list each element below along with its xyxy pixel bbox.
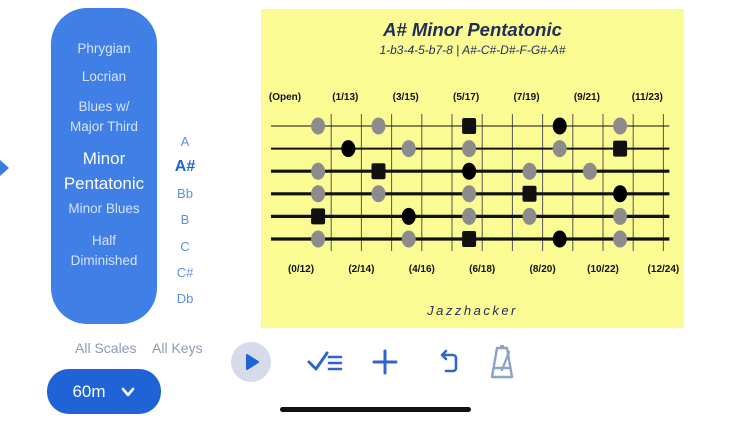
fret-label-top: (5/17) xyxy=(453,92,479,103)
scale-note xyxy=(341,140,356,158)
scale-note xyxy=(462,185,477,203)
scale-note xyxy=(462,162,477,180)
brand-label: Jazzhacker xyxy=(427,303,518,318)
scale-note xyxy=(613,117,628,135)
add-button[interactable] xyxy=(365,342,405,382)
scale-option-line: Pentatonic xyxy=(63,174,145,193)
scale-option-line: Major Third xyxy=(69,119,139,134)
fret-label-bottom: (12/24) xyxy=(648,264,680,275)
app-screen: Phrygian Locrian Blues w/Major Third Minor P… xyxy=(0,0,750,422)
metronome-button[interactable] xyxy=(482,342,522,382)
key-option[interactable]: Bb xyxy=(165,186,205,201)
scale-option[interactable]: Minor Blues xyxy=(51,199,157,219)
fret-label-top: (3/15) xyxy=(393,92,419,103)
root-note xyxy=(522,185,537,202)
root-note xyxy=(311,208,326,225)
fret-label-bottom: (6/18) xyxy=(469,264,495,275)
play-button[interactable] xyxy=(231,342,271,382)
all-scales-button[interactable]: All Scales xyxy=(75,340,136,356)
scale-note xyxy=(401,207,416,225)
side-arrow-icon[interactable] xyxy=(0,160,9,176)
scale-note xyxy=(613,207,628,225)
scale-note xyxy=(311,162,326,180)
fret-label-bottom: (2/14) xyxy=(348,264,374,275)
scale-note xyxy=(522,162,537,180)
root-note xyxy=(371,163,386,180)
key-option[interactable]: C# xyxy=(165,265,205,280)
checklist-button[interactable] xyxy=(305,342,345,382)
scale-option-line: Blues w/ xyxy=(78,99,130,114)
fret-label-top: (9/21) xyxy=(574,92,600,103)
key-option[interactable]: C xyxy=(165,239,205,254)
scale-note xyxy=(552,117,567,135)
metronome-icon xyxy=(490,345,514,379)
scale-note xyxy=(613,185,628,203)
key-option[interactable]: Db xyxy=(165,291,205,303)
scale-option-line: Diminished xyxy=(70,253,138,268)
scale-note xyxy=(613,230,628,248)
scale-picker[interactable]: Phrygian Locrian Blues w/Major Third Minor P… xyxy=(51,8,157,324)
play-icon xyxy=(246,354,259,370)
rotate-icon xyxy=(440,349,458,373)
root-note xyxy=(462,231,477,247)
fret-label-top: (7/19) xyxy=(513,92,539,103)
scale-option-line: Minor xyxy=(82,149,126,168)
key-picker[interactable]: A A# Bb B C C# Db xyxy=(165,128,205,303)
root-note xyxy=(613,140,628,157)
scale-note xyxy=(311,230,326,248)
fret-label-top: (1/13) xyxy=(332,92,358,103)
plus-icon xyxy=(372,349,398,375)
root-note xyxy=(462,118,477,134)
home-indicator xyxy=(280,407,471,412)
scale-option[interactable]: Phrygian xyxy=(51,39,157,59)
scale-note xyxy=(582,162,597,180)
key-option[interactable]: B xyxy=(165,212,205,227)
scale-option[interactable]: Locrian xyxy=(51,67,157,87)
scale-note xyxy=(462,140,477,158)
rotate-button[interactable] xyxy=(428,342,468,382)
fret-label-top: (Open) xyxy=(269,92,301,103)
scale-note xyxy=(371,117,386,135)
all-keys-button[interactable]: All Keys xyxy=(152,340,203,356)
fret-label-bottom: (10/22) xyxy=(587,264,619,275)
key-option[interactable]: A xyxy=(165,134,205,149)
fretboard: (Open) (1/13) (3/15) (5/17) (7/19) (9/21) (11/… xyxy=(269,92,680,275)
fret-label-bottom: (4/16) xyxy=(409,264,435,275)
scale-note xyxy=(552,230,567,248)
scale-chart: A# Minor Pentatonic 1-b3-4-5-b7-8 | A#-C… xyxy=(261,9,684,328)
scale-note xyxy=(522,207,537,225)
scale-note xyxy=(462,207,477,225)
fret-label-top: (11/23) xyxy=(632,92,663,103)
scale-note xyxy=(552,140,567,158)
tempo-selector[interactable]: 60m xyxy=(47,369,161,414)
scale-note xyxy=(401,140,416,158)
tempo-label: 60m xyxy=(72,381,106,401)
scale-note xyxy=(311,117,326,135)
scale-option[interactable]: Minor Pentatonic xyxy=(51,146,157,196)
scale-note xyxy=(371,185,386,203)
scale-option-line: Half xyxy=(91,233,116,248)
checklist-icon xyxy=(307,351,343,371)
chevron-down-icon xyxy=(121,387,134,396)
key-option[interactable]: A# xyxy=(165,158,205,176)
scale-note xyxy=(401,230,416,248)
scale-option[interactable]: Half Diminished xyxy=(51,231,157,271)
fret-label-bottom: (8/20) xyxy=(530,264,556,275)
scale-note xyxy=(311,185,326,203)
fret-label-bottom: (0/12) xyxy=(288,264,314,275)
scale-option[interactable]: Blues w/Major Third xyxy=(51,97,157,137)
